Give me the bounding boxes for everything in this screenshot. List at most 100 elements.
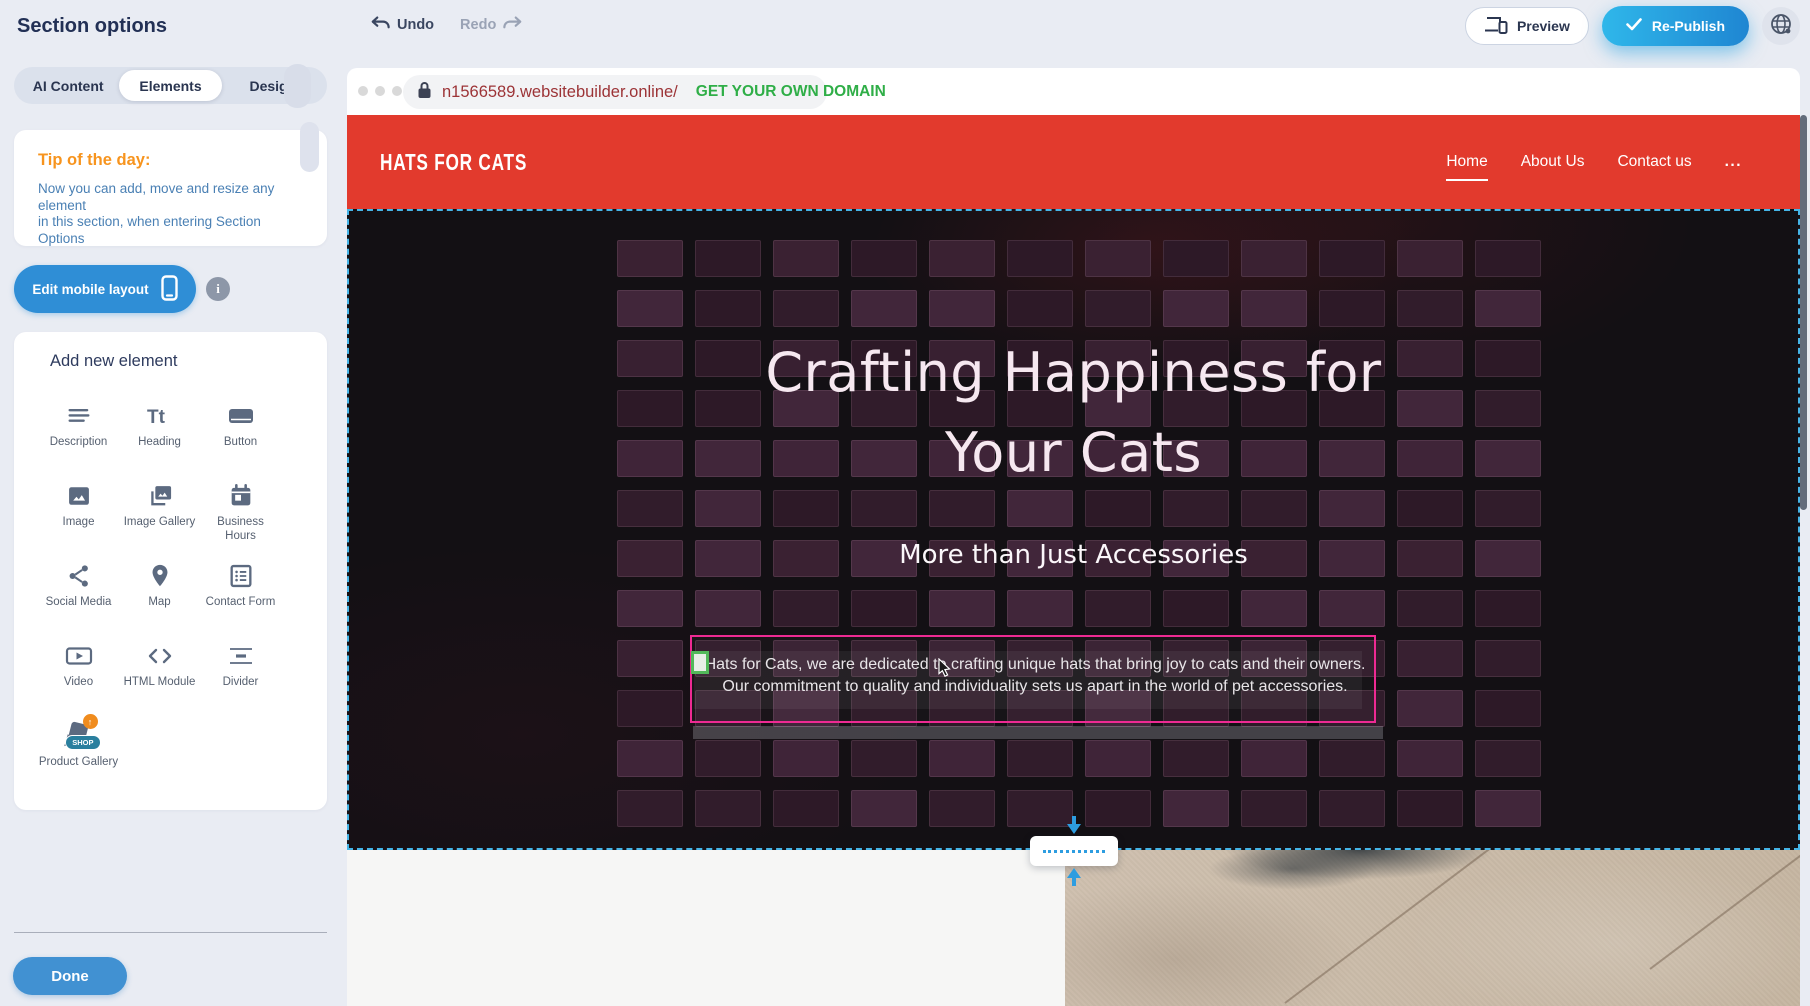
svg-text:Tt: Tt — [147, 407, 166, 428]
hero-heading-line1: Crafting Happiness for — [347, 333, 1800, 413]
element-map[interactable]: Map — [119, 554, 200, 634]
nav-about-us[interactable]: About Us — [1521, 153, 1585, 179]
tile — [851, 590, 917, 627]
selected-paragraph-element[interactable]: Hats for Cats, we are dedicated to craft… — [690, 635, 1376, 723]
tile — [851, 240, 917, 277]
get-domain-link[interactable]: GET YOUR OWN DOMAIN — [696, 83, 886, 101]
tile — [1475, 790, 1541, 827]
element-product-gallery[interactable]: ↑ SHOP Product Gallery — [38, 714, 119, 794]
tile — [773, 590, 839, 627]
contact-form-icon — [227, 560, 255, 592]
tile — [1007, 490, 1073, 527]
element-image[interactable]: Image — [38, 474, 119, 554]
tile — [929, 790, 995, 827]
map-pin-icon — [146, 560, 174, 592]
next-section-background — [347, 850, 1065, 1006]
tile — [617, 640, 683, 677]
tile — [929, 590, 995, 627]
floor-seam-line — [1284, 850, 1629, 1004]
upgrade-arrow-badge: ↑ — [83, 714, 98, 729]
done-button[interactable]: Done — [13, 957, 127, 995]
element-button[interactable]: Button — [200, 394, 281, 474]
tile — [617, 490, 683, 527]
element-image-gallery[interactable]: Image Gallery — [119, 474, 200, 554]
section-height-handle[interactable] — [1030, 836, 1118, 866]
republish-button[interactable]: Re-Publish — [1602, 6, 1749, 46]
nav-more-menu[interactable]: ... — [1725, 153, 1742, 179]
devices-icon — [1484, 15, 1508, 38]
element-business-hours[interactable]: Business Hours — [200, 474, 281, 554]
tile — [617, 690, 683, 727]
element-video[interactable]: Video — [38, 634, 119, 714]
tile — [1007, 590, 1073, 627]
tile — [1241, 240, 1307, 277]
button-icon — [226, 400, 256, 432]
tile — [1319, 290, 1385, 327]
description-icon — [65, 400, 93, 432]
undo-icon — [370, 15, 390, 35]
tile — [1007, 290, 1073, 327]
tab-ai-content[interactable]: AI Content — [17, 70, 119, 101]
tile — [1319, 790, 1385, 827]
element-html-module[interactable]: HTML Module — [119, 634, 200, 714]
element-label: Image — [39, 516, 119, 530]
tile — [1007, 240, 1073, 277]
nav-home[interactable]: Home — [1446, 153, 1487, 181]
nav-contact-us[interactable]: Contact us — [1617, 153, 1691, 179]
tile — [1007, 790, 1073, 827]
tile — [695, 240, 761, 277]
tile — [851, 290, 917, 327]
tile — [1241, 290, 1307, 327]
image-gallery-icon — [146, 480, 174, 512]
element-contact-form[interactable]: Contact Form — [200, 554, 281, 634]
tile — [1397, 640, 1463, 677]
undo-button[interactable]: Undo — [370, 15, 434, 35]
tile — [1085, 240, 1151, 277]
tile — [1475, 290, 1541, 327]
arrow-stem-bottom — [1072, 876, 1076, 886]
element-label: HTML Module — [120, 676, 200, 690]
tile — [1475, 740, 1541, 777]
element-description[interactable]: Description — [38, 394, 119, 474]
undo-redo-group: Undo Redo — [370, 15, 523, 35]
heading-icon: Tt — [145, 400, 175, 432]
hero-section[interactable]: Crafting Happiness for Your Cats More th… — [347, 209, 1800, 850]
tile — [1085, 290, 1151, 327]
site-nav: Home About Us Contact us ... — [1446, 153, 1742, 181]
site-logo[interactable]: HATS FOR CATS — [380, 149, 527, 176]
preview-label: Preview — [1517, 18, 1570, 34]
paragraph-text: Hats for Cats, we are dedicated to craft… — [682, 654, 1388, 698]
tile — [1475, 490, 1541, 527]
tile — [1085, 490, 1151, 527]
tile — [1475, 590, 1541, 627]
tile — [929, 490, 995, 527]
info-icon[interactable]: i — [206, 277, 230, 301]
tile — [1163, 740, 1229, 777]
canvas-scrollbar[interactable] — [1800, 115, 1807, 510]
edit-mobile-label: Edit mobile layout — [32, 282, 148, 297]
edit-mobile-layout-button[interactable]: Edit mobile layout — [14, 265, 196, 313]
element-social-media[interactable]: Social Media — [38, 554, 119, 634]
tile — [695, 740, 761, 777]
video-icon — [64, 640, 94, 672]
tip-line-2: in this section, when entering Section O… — [38, 214, 303, 247]
paragraph-line2: Our commitment to quality and individual… — [682, 676, 1388, 698]
address-bar[interactable]: n1566589.websitebuilder.online/ GET YOUR… — [403, 75, 827, 109]
site-header: HATS FOR CATS Home About Us Contact us .… — [347, 115, 1800, 209]
tile — [617, 590, 683, 627]
selection-resize-handle[interactable] — [691, 651, 709, 674]
gutter-handle-bottom — [300, 122, 319, 172]
tab-elements[interactable]: Elements — [119, 70, 221, 101]
element-divider[interactable]: Divider — [200, 634, 281, 714]
redo-label: Redo — [460, 17, 496, 33]
element-label: Button — [201, 436, 281, 450]
tile — [1397, 740, 1463, 777]
tile — [1397, 490, 1463, 527]
hero-subheading[interactable]: More than Just Accessories — [347, 540, 1800, 570]
hero-heading[interactable]: Crafting Happiness for Your Cats — [347, 333, 1800, 493]
tip-line-1: Now you can add, move and resize any ele… — [38, 181, 303, 214]
element-heading[interactable]: Tt Heading — [119, 394, 200, 474]
redo-button[interactable]: Redo — [460, 15, 523, 35]
preview-button[interactable]: Preview — [1465, 7, 1589, 45]
language-globe-button[interactable] — [1762, 7, 1800, 45]
